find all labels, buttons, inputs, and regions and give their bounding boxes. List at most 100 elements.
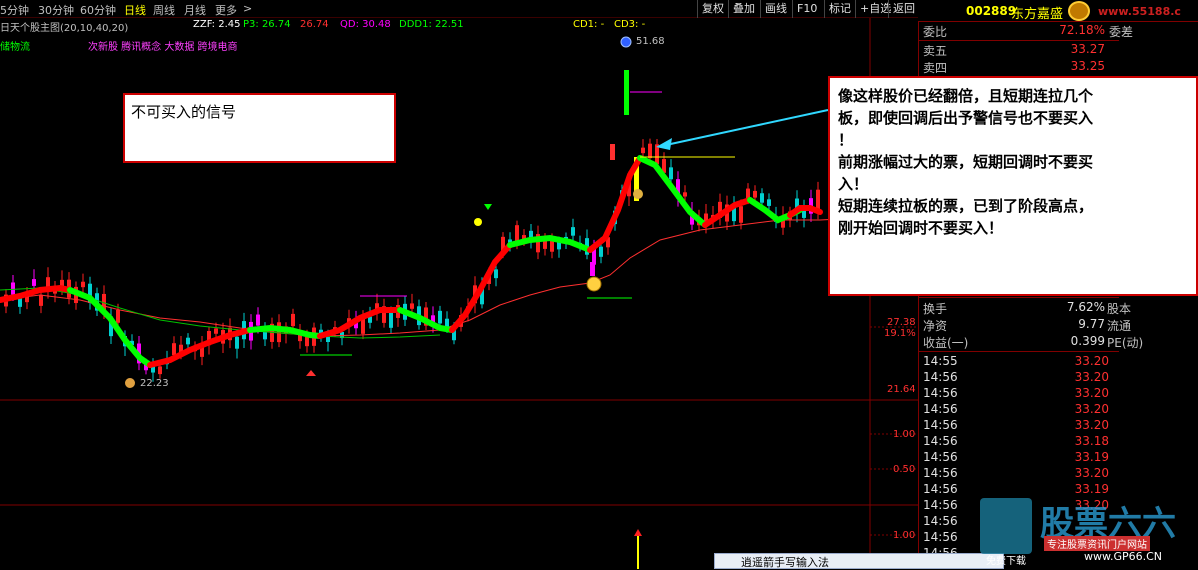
watermark-icon: [980, 498, 1032, 554]
fuquan-button[interactable]: 复权: [697, 0, 728, 18]
tick-time: 14:56: [923, 514, 958, 528]
stat-value: 7.62%: [1066, 300, 1105, 314]
up-arrow-icon: [306, 370, 316, 376]
axis-pct-1: 19.1%: [884, 328, 916, 339]
tick-price: 33.20: [1074, 402, 1109, 416]
watermark-slogan: 专注股票资讯门户网站: [1044, 536, 1150, 551]
period-30min[interactable]: 30分钟: [38, 2, 74, 18]
f10-button[interactable]: F10: [792, 0, 821, 18]
candle-body: [389, 312, 393, 328]
period-weekly[interactable]: 周线: [153, 2, 175, 18]
tick-row: 14:56 33.20: [919, 386, 1119, 402]
stat-row-turnover: 换手 7.62% 股本: [919, 300, 1131, 316]
candle-body: [669, 167, 673, 180]
tick-price: 33.20: [1074, 466, 1109, 480]
tick-time: 14:56: [923, 402, 958, 416]
period-monthly[interactable]: 月线: [184, 2, 206, 18]
indicator-zzf: ZZF: 2.45: [193, 19, 241, 30]
period-toolbar: 5分钟 30分钟 60分钟 日线 周线 月线 更多 > 复权 叠加 画线 F10…: [0, 0, 918, 18]
indicator-ddd1: DDD1: 22.51: [399, 19, 464, 30]
candle-body: [543, 240, 547, 249]
candle-body: [683, 192, 687, 197]
tick-price: 33.18: [1074, 434, 1109, 448]
signal-dot-icon: [474, 218, 482, 226]
axis-vol-2: 0.50: [893, 464, 916, 475]
stat-value: 0.399: [1070, 334, 1105, 348]
tick-time: 14:55: [923, 354, 958, 368]
candle-body: [116, 309, 120, 323]
axis-price-1: 27.38: [887, 317, 916, 328]
tick-time: 14:56: [923, 434, 958, 448]
callout-line: 像这样股价已经翻倍，且短期连拉几个: [838, 87, 1094, 105]
order-value: 33.27: [1070, 42, 1105, 56]
stat-label: 净资: [923, 319, 948, 333]
axis-price-2: 21.64: [887, 384, 916, 395]
callout-line: 短期连续拉板的票，已到了阶段高点，: [838, 197, 1094, 215]
candle-body: [326, 337, 330, 342]
candle-body: [816, 189, 820, 210]
tick-row: 14:56 33.18: [919, 434, 1119, 450]
input-method-bar[interactable]: 逍遥箭手写输入法: [714, 553, 1004, 569]
main-indicator-title[interactable]: 日天个股主图(20,10,40,20): [0, 19, 128, 34]
no-buy-signal-callout: 不可买入的信号: [123, 93, 396, 163]
order-right: 委差: [1109, 25, 1134, 39]
indicator-cd3: CD3: -: [614, 19, 646, 30]
tick-row: 14:55 33.20: [919, 354, 1119, 370]
trend-line-red-4: [449, 242, 513, 333]
concept-tags: 次新股 腾讯概念 大数据 跨境电商: [88, 42, 238, 53]
order-value: 33.25: [1070, 59, 1105, 73]
back-button[interactable]: 返回: [888, 0, 919, 18]
candle-body: [277, 322, 281, 343]
callout-line: ！: [838, 131, 854, 149]
tick-time: 14:56: [923, 466, 958, 480]
watermark-logo: 股票六六 专注股票资讯门户网站 www.GP66.CN 免费下载: [980, 494, 1198, 569]
candle-body: [599, 246, 603, 257]
period-next-icon[interactable]: >: [243, 2, 252, 15]
stat-right: PE(动): [1107, 336, 1144, 350]
order-label: 委比: [923, 25, 948, 39]
tick-time: 14:56: [923, 450, 958, 464]
indicator-line: 日天个股主图(20,10,40,20) ZZF: 2.45 P3: 26.74 …: [0, 18, 918, 34]
indicator-p3: P3: 26.74: [243, 19, 291, 30]
tick-row: 14:56 33.20: [919, 370, 1119, 386]
tick-time: 14:56: [923, 482, 958, 496]
trend-line-red-5: [587, 155, 643, 253]
kline-chart[interactable]: [0, 0, 918, 569]
candle-body: [624, 70, 629, 115]
callout-line: 入！: [838, 175, 869, 193]
candle-body: [410, 303, 414, 309]
tick-price: 33.20: [1074, 386, 1109, 400]
low-price-label: 22.23: [140, 378, 169, 389]
axis-vol-1: 1.00: [893, 429, 916, 440]
candle-body: [256, 314, 260, 326]
mark-button[interactable]: 标记: [824, 0, 855, 18]
callout-line: 板，即使回调后出予警信号也不要买入: [838, 109, 1094, 127]
tick-time: 14:56: [923, 370, 958, 384]
stock-name: 东方嘉盛: [1011, 7, 1064, 22]
order-row-weibi: 委比 72.18% 委差: [919, 23, 1133, 39]
period-60min[interactable]: 60分钟: [80, 2, 116, 18]
period-5min[interactable]: 5分钟: [0, 2, 29, 18]
tick-row: 14:56 33.20: [919, 402, 1119, 418]
draw-line-button[interactable]: 画线: [760, 0, 791, 18]
stat-row-eps: 收益(一) 0.399 PE(动): [919, 334, 1143, 350]
candle-body: [214, 328, 218, 334]
candle-body: [291, 313, 295, 327]
candle-body: [648, 143, 652, 159]
watermark-site: www.GP66.CN: [1084, 550, 1163, 563]
candle-body: [641, 147, 645, 154]
site-logo-icon: [1068, 1, 1090, 21]
candle-body: [39, 294, 43, 306]
trend-line-red-3: [317, 307, 403, 339]
indicator-cd1: CD1: -: [573, 19, 605, 30]
stat-label: 收益(一): [923, 336, 969, 350]
order-label: 卖四: [923, 61, 948, 75]
candle-body: [753, 190, 757, 198]
overlay-button[interactable]: 叠加: [728, 0, 759, 18]
candle-body: [550, 240, 554, 252]
period-daily[interactable]: 日线: [124, 2, 146, 18]
callout-line: 前期涨幅过大的票，短期回调时不要买: [838, 153, 1094, 171]
period-more[interactable]: 更多: [215, 2, 237, 18]
input-method-label: 逍遥箭手写输入法: [741, 556, 829, 569]
candle-body: [767, 199, 771, 206]
